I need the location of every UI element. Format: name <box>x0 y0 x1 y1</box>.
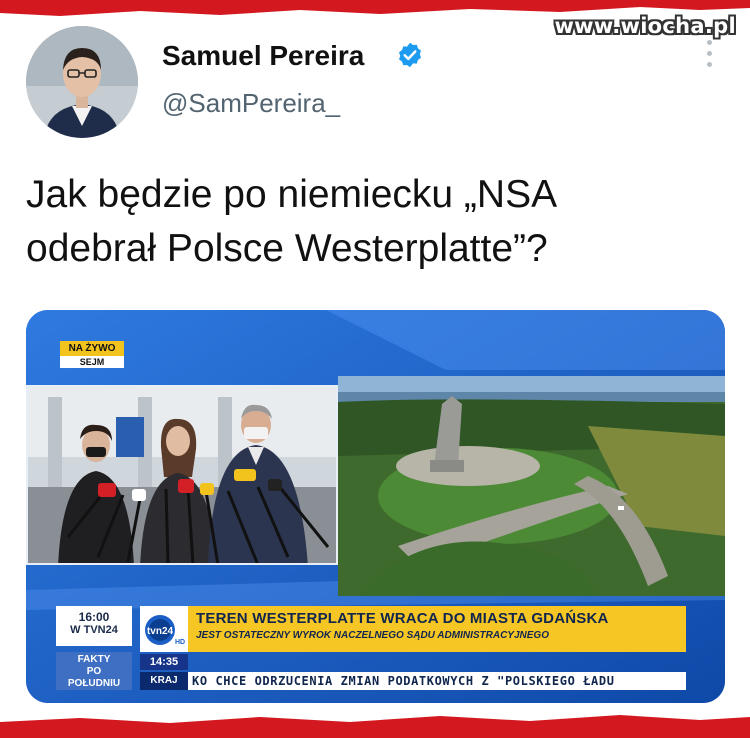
tvn24-logo: tvn24 HD <box>140 606 188 652</box>
live-label: NA ŻYWO <box>60 341 124 356</box>
watermark: www.wiocha.pl <box>554 14 736 38</box>
author-name[interactable]: Samuel Pereira <box>162 40 364 72</box>
author-handle[interactable]: @SamPereira_ <box>162 88 340 119</box>
tweet-text-line-2: odebrał Polsce Westerplatte”? <box>26 227 548 270</box>
clock-box: 16:00 W TVN24 <box>56 606 132 646</box>
tweet-media-image[interactable]: NA ŻYWO SEJM 16:00 W TVN24 FAKTY PO POŁU… <box>26 310 725 703</box>
live-location: SEJM <box>60 356 124 368</box>
ticker-label: KRAJ <box>140 672 188 690</box>
program-box: FAKTY PO POŁUDNIU <box>56 652 132 690</box>
clock-time: 16:00 <box>78 610 110 624</box>
headline-box: TEREN WESTERPLATTE WRACA DO MIASTA GDAŃS… <box>188 606 686 652</box>
ticker-time: 14:35 <box>140 654 188 670</box>
svg-text:tvn24: tvn24 <box>147 626 174 637</box>
ticker-text: KO CHCE ODRZUCENIA ZMIAN PODATKOWYCH Z "… <box>192 674 615 688</box>
westerplatte-aerial-view <box>338 376 725 596</box>
svg-text:HD: HD <box>175 639 185 646</box>
tweet-text: Jak będzie po niemiecku „NSA odebrał Pol… <box>26 168 716 276</box>
torn-paper-bottom <box>0 715 750 738</box>
program-line-2: PO <box>86 666 102 677</box>
press-conference-inset <box>26 385 338 565</box>
avatar[interactable] <box>26 26 138 138</box>
live-badge: NA ŻYWO SEJM <box>60 341 124 368</box>
more-options-icon[interactable] <box>704 40 714 74</box>
verified-badge-icon <box>399 42 421 68</box>
news-ticker: KO CHCE ODRZUCENIA ZMIAN PODATKOWYCH Z "… <box>188 672 686 690</box>
program-line-3: POŁUDNIU <box>67 678 121 689</box>
headline: TEREN WESTERPLATTE WRACA DO MIASTA GDAŃS… <box>196 610 609 627</box>
tweet-text-line-1: Jak będzie po niemiecku „NSA <box>26 173 558 216</box>
subheadline: JEST OSTATECZNY WYROK NACZELNEGO SĄDU AD… <box>196 630 549 641</box>
program-line-1: FAKTY <box>77 654 111 665</box>
clock-channel: W TVN24 <box>70 624 118 636</box>
